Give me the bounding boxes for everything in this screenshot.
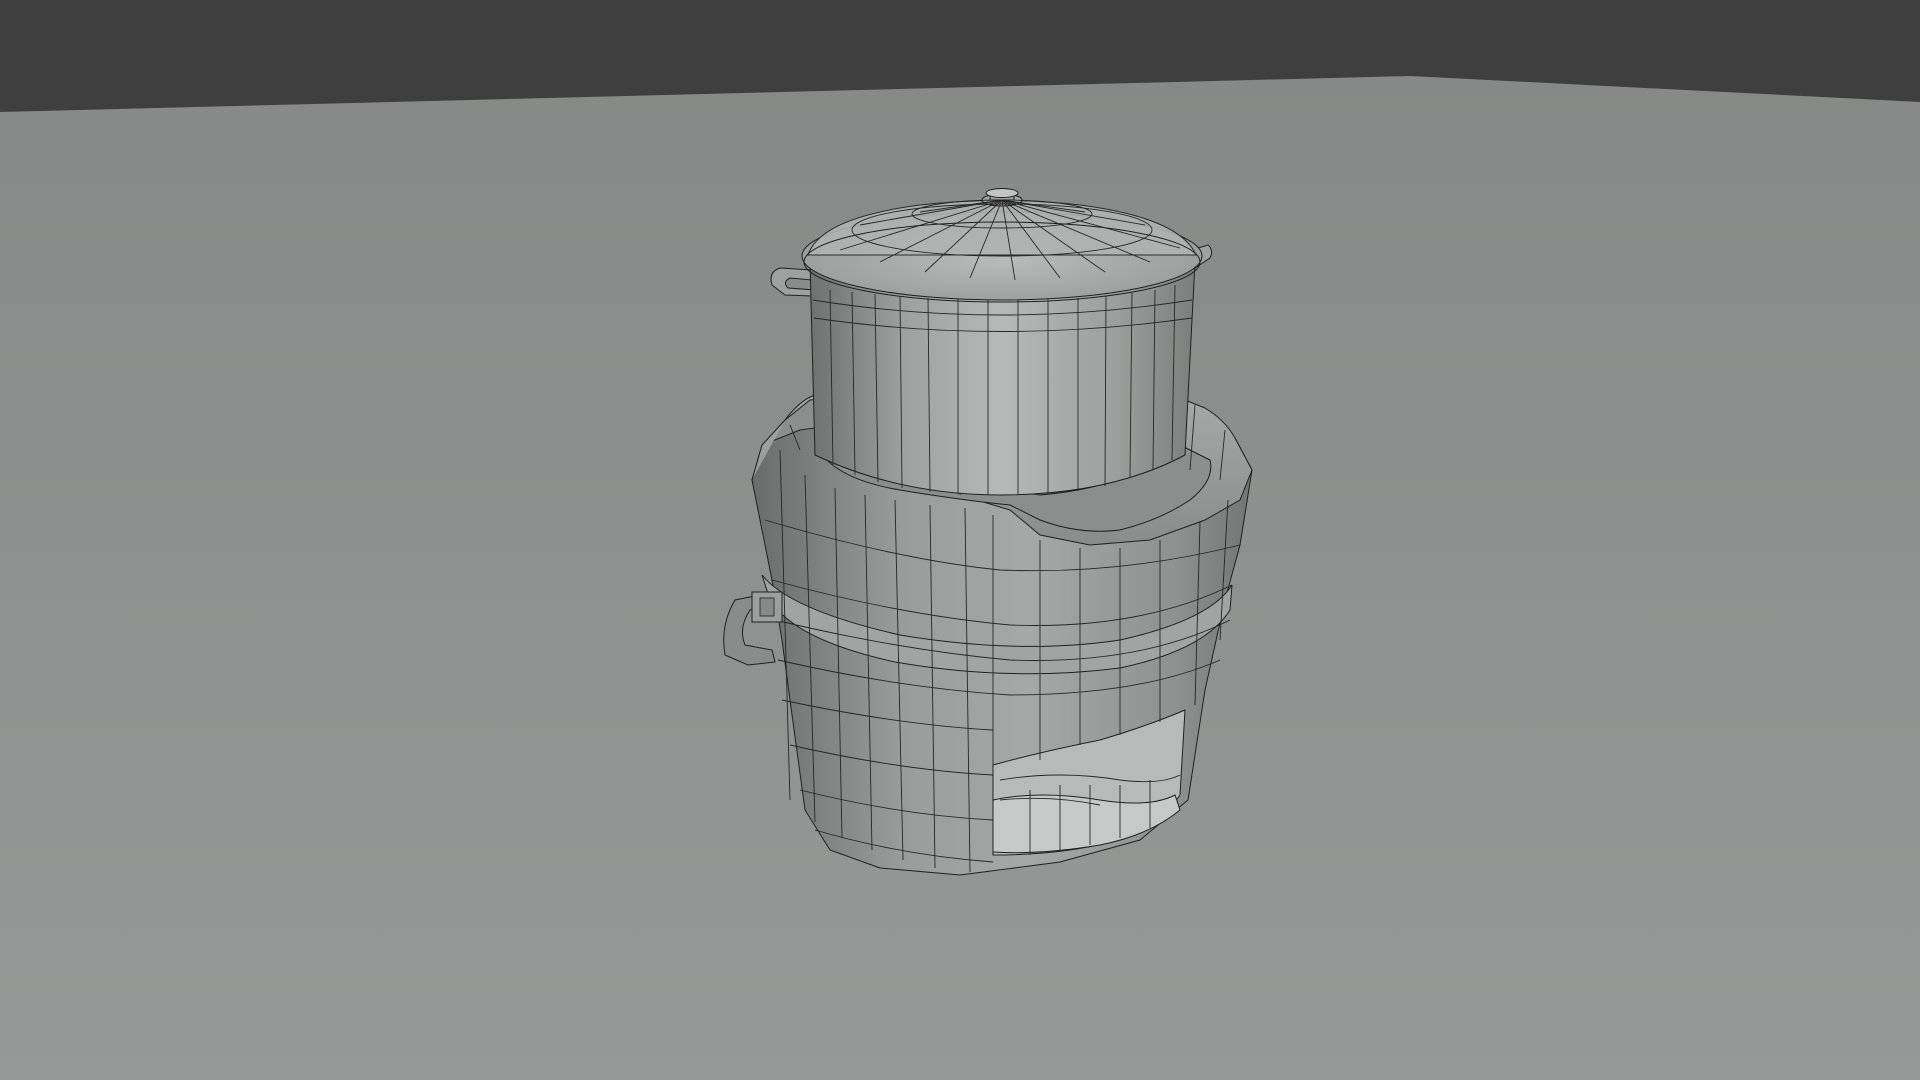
pot-mesh[interactable]	[770, 188, 1213, 496]
scene-canvas[interactable]	[0, 0, 1920, 1080]
3d-viewport[interactable]	[0, 0, 1920, 1080]
